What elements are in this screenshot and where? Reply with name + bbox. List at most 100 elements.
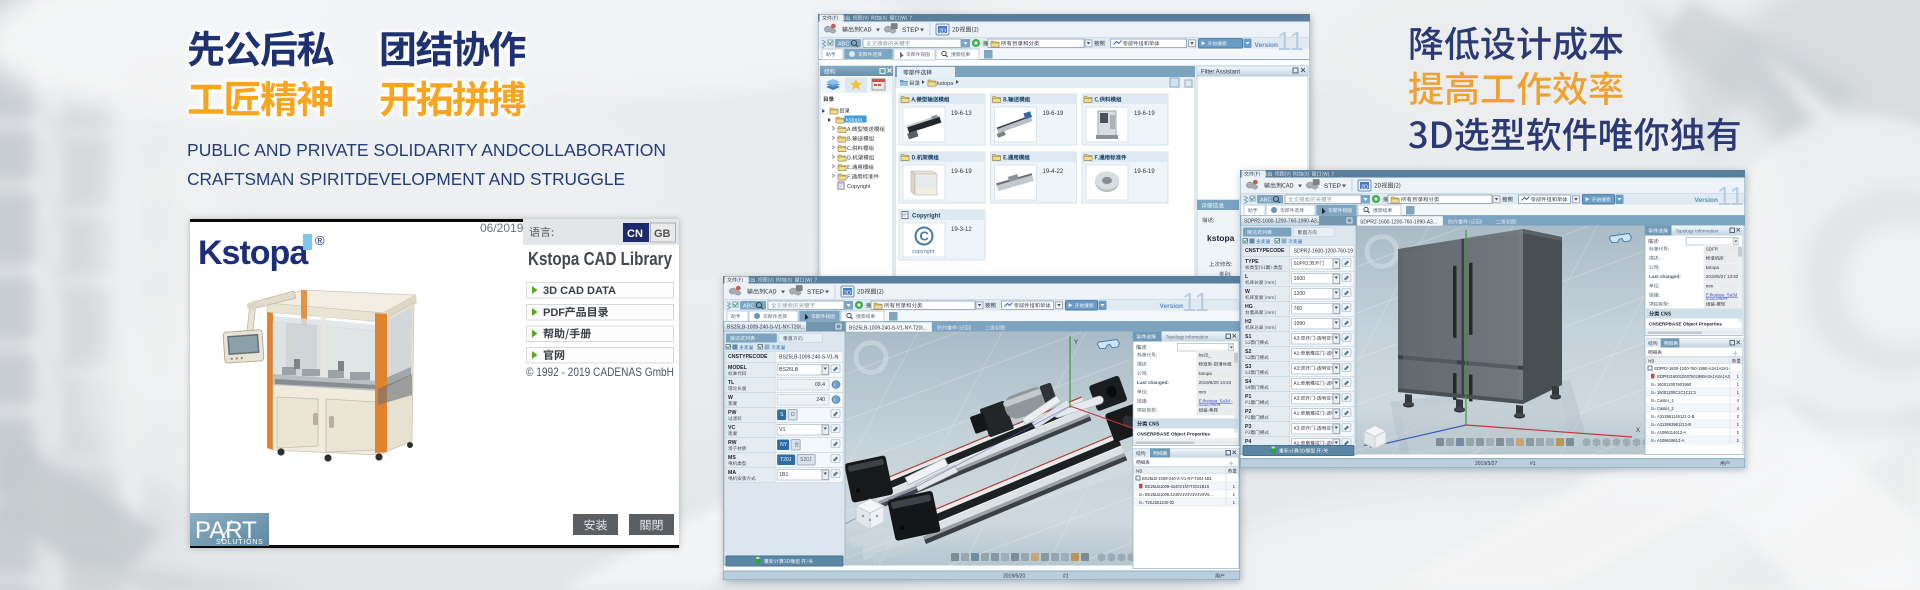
svg-text:2019/5/20: 2019/5/20 — [1003, 574, 1025, 580]
svg-text:W: W — [1245, 289, 1250, 295]
svg-text:TL: TL — [728, 380, 735, 386]
svg-text:1600: 1600 — [1294, 276, 1306, 282]
svg-text:kstopa: kstopa — [846, 118, 863, 124]
svg-text:CNSERPBASE Object Properties: CNSERPBASE Object Properties — [1137, 432, 1210, 437]
svg-text:kstopa: kstopa — [937, 81, 954, 87]
svg-text:ABC: ABC — [1260, 198, 1271, 204]
svg-text:3D CAD DATA: 3D CAD DATA — [543, 285, 616, 297]
svg-text:X: X — [1636, 428, 1640, 434]
svg-text:P2: P2 — [1245, 409, 1251, 415]
svg-text:PUBLIC AND PRIVATE SOLIDARITY: PUBLIC AND PRIVATE SOLIDARITY ANDCOLLABO… — [187, 140, 666, 160]
svg-text:bs25_: bs25_ — [1199, 353, 1212, 358]
svg-text:B=: B= — [1651, 414, 1657, 419]
svg-text:2D: 2D — [939, 29, 946, 35]
svg-text:P1: P1 — [1245, 394, 1251, 400]
svg-text:B=: B= — [1651, 422, 1657, 427]
svg-text:P4: P4 — [1245, 439, 1251, 445]
svg-text:S4: S4 — [1245, 379, 1251, 385]
svg-text:SDPR2160012007601990A3A1A3A1A3: SDPR2160012007601990A3A1A3A1A3 — [1657, 374, 1731, 379]
svg-text:11: 11 — [1277, 26, 1304, 56]
svg-text:A313961146121-2-B: A313961146121-2-B — [1657, 414, 1695, 419]
svg-text:mm: mm — [1706, 283, 1714, 288]
svg-text:i: i — [834, 398, 835, 404]
svg-text:PDF: PDF — [543, 307, 565, 319]
svg-text:ABC: ABC — [838, 42, 849, 48]
svg-text:Copyright: Copyright — [847, 184, 871, 190]
svg-text:copyright: copyright — [912, 249, 935, 255]
svg-text:2019/5/20 14:43: 2019/5/20 14:43 — [1199, 380, 1232, 385]
svg-text:Caster_1: Caster_1 — [1657, 398, 1674, 403]
svg-text:16001200C1C1C1C1: 16001200C1C1C1C1 — [1657, 390, 1697, 395]
svg-text:09.4: 09.4 — [815, 382, 825, 388]
svg-text:PW: PW — [728, 410, 736, 416]
svg-text:kstopa: kstopa — [1706, 265, 1720, 270]
svg-text:MS: MS — [728, 455, 736, 461]
svg-text:mm: mm — [1199, 389, 1207, 394]
svg-text:A109619612-A: A109619612-A — [1657, 438, 1685, 443]
svg-text:B=: B= — [1651, 438, 1657, 443]
svg-text:BS25LB-1009-240-S-V1-NY-T20I..: BS25LB-1009-240-S-V1-NY-T20I... — [727, 325, 805, 331]
svg-text:Topology Information: Topology Information — [1166, 335, 1209, 340]
svg-text:S3: S3 — [1245, 364, 1251, 370]
svg-text:BS25LB: BS25LB — [779, 367, 799, 373]
svg-text:C: C — [920, 229, 930, 244]
svg-text:2D: 2D — [844, 291, 851, 297]
svg-text:© 1992 - 2019 CADENAS GmbH: © 1992 - 2019 CADENAS GmbH — [526, 365, 674, 379]
svg-text:2D: 2D — [1361, 185, 1368, 191]
svg-text:合: 合 — [794, 441, 799, 448]
svg-text:19-6-13: 19-6-13 — [951, 111, 972, 117]
svg-text:i: i — [834, 383, 835, 389]
svg-text:19-6-19: 19-6-19 — [1134, 169, 1155, 175]
svg-text:ABC: ABC — [743, 304, 754, 310]
svg-text:11: 11 — [1182, 287, 1209, 317]
svg-text:B=: B= — [1651, 430, 1657, 435]
svg-text:B=: B= — [1139, 492, 1145, 497]
svg-text:2019/5/27 13:52: 2019/5/27 13:52 — [1706, 274, 1739, 279]
svg-text:SDPR2-1600-1200-760-19: SDPR2-1600-1200-760-19 — [1294, 249, 1354, 255]
svg-text:NB: NB — [1648, 359, 1654, 364]
svg-text:SDPR2-1600-1200-760-1990-A3...: SDPR2-1600-1200-760-1990-A3... — [1360, 220, 1437, 226]
svg-text:#1: #1 — [1063, 574, 1069, 580]
svg-text:kstopa: kstopa — [1199, 371, 1213, 376]
svg-text:TYPE: TYPE — [1245, 259, 1259, 265]
svg-text:S20J: S20J — [800, 457, 812, 463]
svg-text:B=: B= — [1651, 390, 1657, 395]
svg-text:MODEL: MODEL — [728, 365, 748, 371]
svg-text:19-6-19: 19-6-19 — [951, 169, 972, 175]
svg-text:CNSTYPECODE: CNSTYPECODE — [728, 354, 768, 360]
svg-text:Kstopa: Kstopa — [198, 234, 309, 272]
svg-text:S2: S2 — [1245, 349, 1251, 355]
svg-text:P3: P3 — [1245, 424, 1251, 430]
svg-text:1200: 1200 — [1294, 291, 1306, 297]
svg-text:Version: Version — [1255, 42, 1279, 49]
svg-text:Y: Y — [1074, 340, 1078, 346]
svg-text:kstopa: kstopa — [1207, 233, 1235, 243]
svg-text:240: 240 — [816, 397, 825, 403]
svg-text:STEP: STEP — [1324, 183, 1341, 190]
svg-text:CNSERPBASE Object Properties: CNSERPBASE Object Properties — [1649, 322, 1722, 327]
svg-text:-|-: -|- — [1733, 351, 1738, 356]
svg-text:1B1: 1B1 — [779, 472, 788, 478]
svg-text:A313963961212-B: A313963961212-B — [1657, 422, 1691, 427]
svg-text:Version: Version — [1695, 197, 1719, 204]
svg-text:B=: B= — [1139, 500, 1145, 505]
svg-text:-|-: -|- — [1229, 461, 1234, 466]
svg-text:Last changed:: Last changed: — [1137, 380, 1169, 385]
svg-text:GB: GB — [654, 228, 671, 240]
svg-text:A1096114612-A: A1096114612-A — [1657, 430, 1687, 435]
svg-text:06/2019: 06/2019 — [480, 221, 524, 235]
svg-text:BS25LB1009-4240V1NYT20J1B1S: BS25LB1009-4240V1NYT20J1B1S — [1145, 484, 1210, 489]
svg-text:NY: NY — [780, 442, 788, 448]
svg-text:MA: MA — [728, 470, 736, 476]
svg-text:19-3-12: 19-3-12 — [951, 227, 972, 233]
svg-text:19-4-22: 19-4-22 — [1043, 169, 1064, 175]
svg-text:160012007601990: 160012007601990 — [1657, 382, 1692, 387]
svg-text:CN: CN — [627, 228, 643, 240]
svg-text:S1: S1 — [1245, 334, 1251, 340]
svg-text:BS25LB-1009-240-S-V1-NY-T20I..: BS25LB-1009-240-S-V1-NY-T20I... — [849, 326, 927, 332]
svg-text:RW: RW — [728, 440, 737, 446]
svg-text:11: 11 — [1717, 181, 1744, 211]
svg-text:SOLUTIONS: SOLUTIONS — [216, 539, 264, 546]
svg-text:B=: B= — [1651, 406, 1657, 411]
svg-text:CNSTYPECODE: CNSTYPECODE — [1245, 248, 1285, 254]
